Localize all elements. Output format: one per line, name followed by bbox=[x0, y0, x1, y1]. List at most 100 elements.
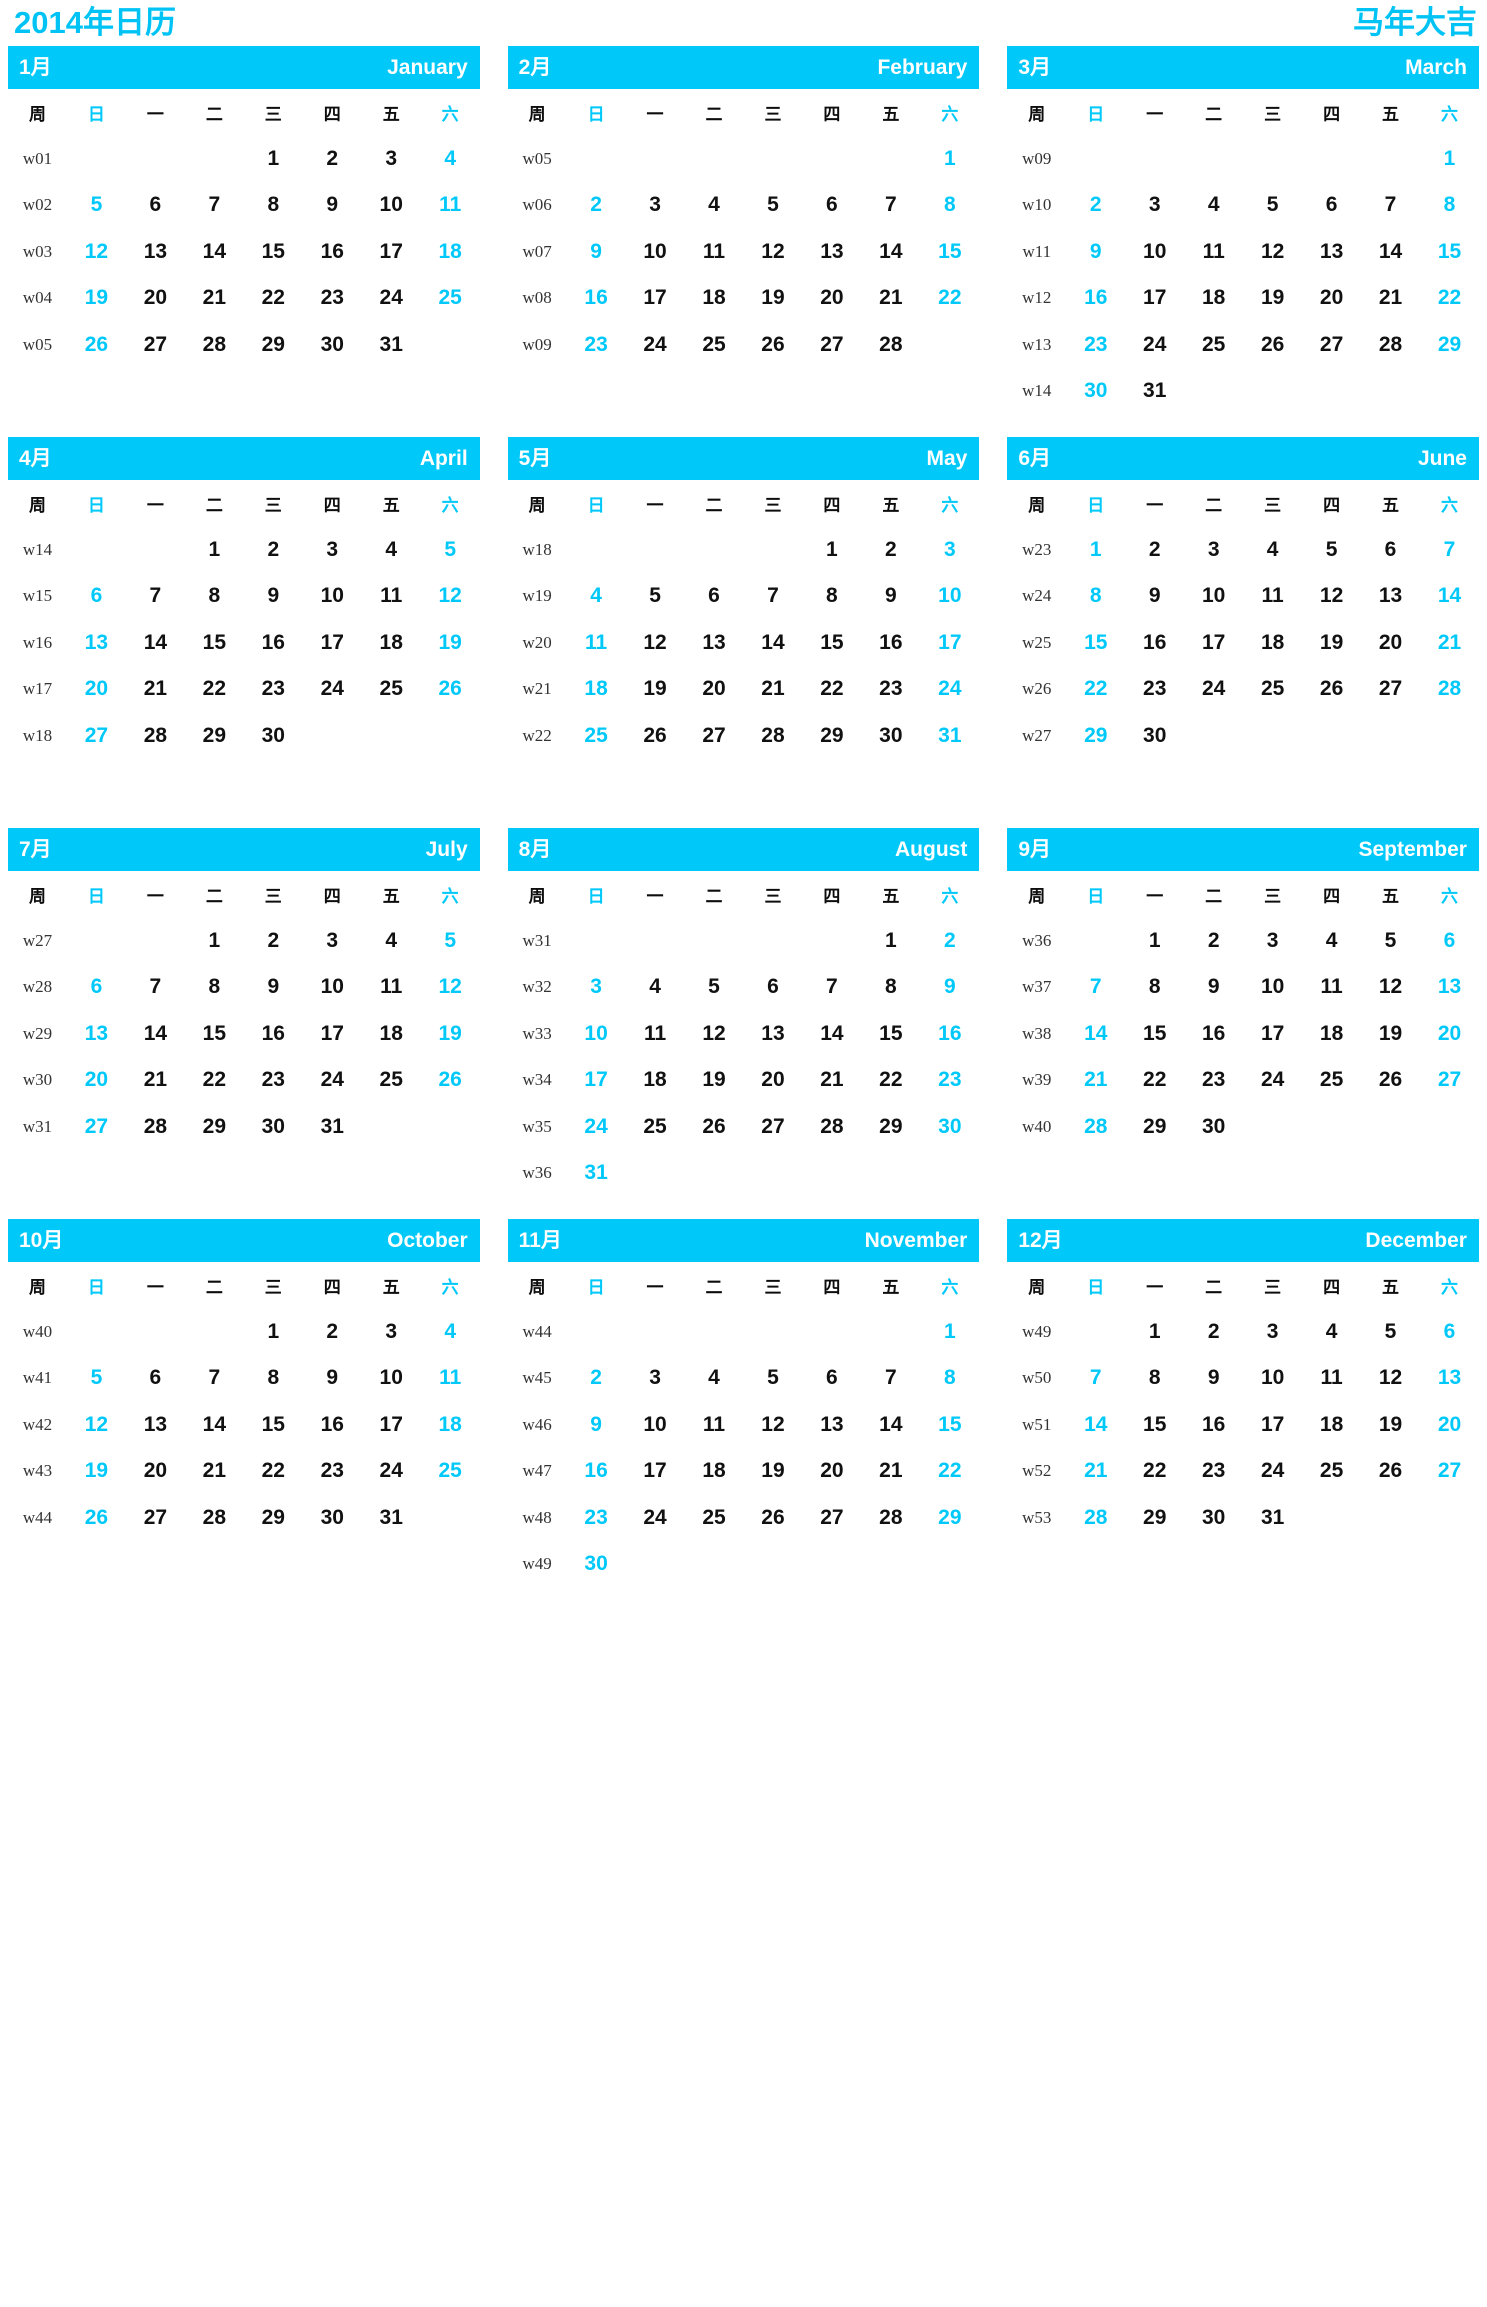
day-cell[interactable]: 2 bbox=[1125, 527, 1184, 574]
day-cell[interactable]: 11 bbox=[1302, 1355, 1361, 1402]
day-cell[interactable]: 24 bbox=[626, 322, 685, 369]
day-cell[interactable]: 16 bbox=[861, 620, 920, 667]
day-cell[interactable]: 30 bbox=[567, 1541, 626, 1588]
day-cell[interactable]: 24 bbox=[303, 1057, 362, 1104]
day-cell[interactable]: 10 bbox=[626, 1402, 685, 1449]
day-cell[interactable]: 8 bbox=[1420, 182, 1479, 229]
day-cell[interactable]: 27 bbox=[126, 1495, 185, 1542]
day-cell[interactable]: 4 bbox=[1302, 918, 1361, 965]
day-cell[interactable]: 3 bbox=[626, 182, 685, 229]
day-cell[interactable]: 9 bbox=[567, 1402, 626, 1449]
day-cell[interactable]: 31 bbox=[1125, 368, 1184, 415]
day-cell[interactable]: 11 bbox=[421, 1355, 480, 1402]
day-cell[interactable]: 18 bbox=[1302, 1402, 1361, 1449]
day-cell[interactable]: 13 bbox=[1420, 1355, 1479, 1402]
day-cell[interactable]: 4 bbox=[685, 182, 744, 229]
day-cell[interactable]: 9 bbox=[1184, 964, 1243, 1011]
day-cell[interactable]: 5 bbox=[626, 573, 685, 620]
day-cell[interactable]: 22 bbox=[802, 666, 861, 713]
day-cell[interactable]: 14 bbox=[126, 620, 185, 667]
day-cell[interactable]: 24 bbox=[1125, 322, 1184, 369]
day-cell[interactable]: 5 bbox=[421, 918, 480, 965]
day-cell[interactable]: 1 bbox=[244, 136, 303, 183]
day-cell[interactable]: 6 bbox=[67, 573, 126, 620]
day-cell[interactable]: 16 bbox=[1184, 1011, 1243, 1058]
day-cell[interactable]: 6 bbox=[1420, 1309, 1479, 1356]
day-cell[interactable]: 10 bbox=[567, 1011, 626, 1058]
day-cell[interactable]: 20 bbox=[1302, 275, 1361, 322]
day-cell[interactable]: 9 bbox=[1066, 229, 1125, 276]
day-cell[interactable]: 24 bbox=[362, 275, 421, 322]
day-cell[interactable]: 18 bbox=[421, 1402, 480, 1449]
day-cell[interactable]: 7 bbox=[802, 964, 861, 1011]
day-cell[interactable]: 4 bbox=[685, 1355, 744, 1402]
day-cell[interactable]: 15 bbox=[920, 1402, 979, 1449]
day-cell[interactable]: 3 bbox=[1125, 182, 1184, 229]
day-cell[interactable]: 23 bbox=[567, 1495, 626, 1542]
day-cell[interactable]: 12 bbox=[685, 1011, 744, 1058]
day-cell[interactable]: 21 bbox=[126, 1057, 185, 1104]
day-cell[interactable]: 30 bbox=[861, 713, 920, 760]
day-cell[interactable]: 5 bbox=[67, 1355, 126, 1402]
day-cell[interactable]: 16 bbox=[303, 229, 362, 276]
day-cell[interactable]: 24 bbox=[362, 1448, 421, 1495]
day-cell[interactable]: 6 bbox=[1420, 918, 1479, 965]
day-cell[interactable]: 1 bbox=[861, 918, 920, 965]
day-cell[interactable]: 7 bbox=[185, 182, 244, 229]
day-cell[interactable]: 7 bbox=[1066, 964, 1125, 1011]
day-cell[interactable]: 28 bbox=[1066, 1104, 1125, 1151]
day-cell[interactable]: 13 bbox=[685, 620, 744, 667]
day-cell[interactable]: 2 bbox=[1184, 918, 1243, 965]
day-cell[interactable]: 4 bbox=[1302, 1309, 1361, 1356]
day-cell[interactable]: 1 bbox=[802, 527, 861, 574]
day-cell[interactable]: 30 bbox=[1184, 1495, 1243, 1542]
day-cell[interactable]: 2 bbox=[244, 527, 303, 574]
day-cell[interactable]: 19 bbox=[67, 1448, 126, 1495]
day-cell[interactable]: 27 bbox=[685, 713, 744, 760]
day-cell[interactable]: 6 bbox=[743, 964, 802, 1011]
day-cell[interactable]: 4 bbox=[1243, 527, 1302, 574]
day-cell[interactable]: 28 bbox=[1420, 666, 1479, 713]
day-cell[interactable]: 1 bbox=[244, 1309, 303, 1356]
day-cell[interactable]: 2 bbox=[567, 1355, 626, 1402]
day-cell[interactable]: 21 bbox=[1420, 620, 1479, 667]
day-cell[interactable]: 9 bbox=[1184, 1355, 1243, 1402]
day-cell[interactable]: 18 bbox=[1302, 1011, 1361, 1058]
day-cell[interactable]: 27 bbox=[1302, 322, 1361, 369]
day-cell[interactable]: 14 bbox=[185, 1402, 244, 1449]
day-cell[interactable]: 24 bbox=[626, 1495, 685, 1542]
day-cell[interactable]: 21 bbox=[1361, 275, 1420, 322]
day-cell[interactable]: 11 bbox=[567, 620, 626, 667]
day-cell[interactable]: 14 bbox=[1066, 1402, 1125, 1449]
day-cell[interactable]: 12 bbox=[1243, 229, 1302, 276]
day-cell[interactable]: 17 bbox=[1243, 1402, 1302, 1449]
day-cell[interactable]: 15 bbox=[1125, 1402, 1184, 1449]
day-cell[interactable]: 5 bbox=[421, 527, 480, 574]
day-cell[interactable]: 29 bbox=[244, 322, 303, 369]
day-cell[interactable]: 8 bbox=[185, 964, 244, 1011]
day-cell[interactable]: 2 bbox=[861, 527, 920, 574]
day-cell[interactable]: 9 bbox=[244, 573, 303, 620]
day-cell[interactable]: 29 bbox=[185, 1104, 244, 1151]
day-cell[interactable]: 27 bbox=[1361, 666, 1420, 713]
day-cell[interactable]: 30 bbox=[303, 322, 362, 369]
day-cell[interactable]: 2 bbox=[1184, 1309, 1243, 1356]
day-cell[interactable]: 15 bbox=[861, 1011, 920, 1058]
day-cell[interactable]: 5 bbox=[1361, 1309, 1420, 1356]
day-cell[interactable]: 3 bbox=[626, 1355, 685, 1402]
day-cell[interactable]: 25 bbox=[421, 275, 480, 322]
day-cell[interactable]: 12 bbox=[743, 229, 802, 276]
day-cell[interactable]: 5 bbox=[685, 964, 744, 1011]
day-cell[interactable]: 17 bbox=[920, 620, 979, 667]
day-cell[interactable]: 16 bbox=[244, 620, 303, 667]
day-cell[interactable]: 20 bbox=[802, 275, 861, 322]
day-cell[interactable]: 20 bbox=[126, 275, 185, 322]
day-cell[interactable]: 28 bbox=[126, 1104, 185, 1151]
day-cell[interactable]: 3 bbox=[362, 136, 421, 183]
day-cell[interactable]: 26 bbox=[421, 1057, 480, 1104]
day-cell[interactable]: 22 bbox=[1125, 1057, 1184, 1104]
day-cell[interactable]: 3 bbox=[920, 527, 979, 574]
day-cell[interactable]: 18 bbox=[626, 1057, 685, 1104]
day-cell[interactable]: 28 bbox=[743, 713, 802, 760]
day-cell[interactable]: 26 bbox=[1361, 1448, 1420, 1495]
